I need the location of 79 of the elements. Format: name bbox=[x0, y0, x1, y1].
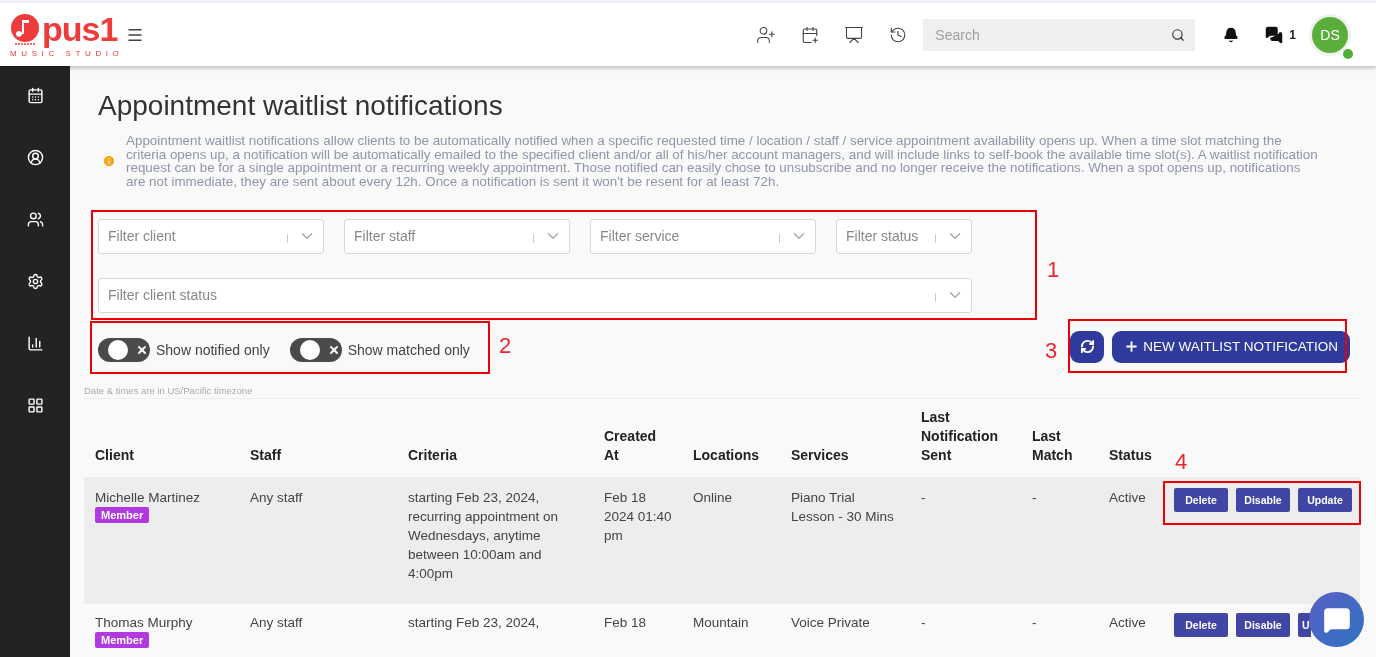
search-field[interactable]: Search bbox=[923, 18, 1196, 51]
logo-note-icon bbox=[10, 11, 42, 46]
column-header: Last Notification Sent bbox=[921, 407, 999, 465]
table-cell-text: Piano Trial Lesson - 30 Mins bbox=[791, 488, 895, 526]
column-header: Services bbox=[791, 445, 850, 465]
row-action-button[interactable]: Disable bbox=[1236, 612, 1290, 637]
plus-icon bbox=[1124, 339, 1140, 355]
filter-select[interactable]: Filter client status bbox=[98, 277, 972, 313]
toggle-label: Show notified only bbox=[156, 341, 270, 358]
table-cell-text: Michelle Martinez bbox=[95, 488, 202, 507]
calendar-plus-icon[interactable] bbox=[801, 24, 820, 45]
refresh-button[interactable] bbox=[1070, 330, 1105, 363]
column-header: Last Match bbox=[1032, 426, 1074, 465]
table-cell-text: - bbox=[921, 488, 927, 507]
column-header: Created At bbox=[604, 426, 658, 465]
bell-icon[interactable] bbox=[1223, 26, 1240, 43]
table-cell-text: Thomas Murphy bbox=[95, 613, 194, 632]
user-circle-icon[interactable] bbox=[26, 149, 44, 166]
toggle-knob bbox=[299, 339, 320, 360]
table-cell-text: starting Feb 23, 2024, bbox=[408, 613, 541, 632]
member-badge: Member bbox=[95, 506, 150, 523]
table-cell-text: Active bbox=[1109, 488, 1147, 507]
logo-text: pus1 bbox=[42, 11, 118, 46]
annotation-number: 1 bbox=[1047, 258, 1060, 282]
table-cell-text: - bbox=[921, 613, 927, 632]
filter-select[interactable]: Filter service bbox=[590, 218, 816, 254]
info-text: Appointment waitlist notifications allow clients to be automatically notified when a specific requested time / location / staff / service appointment availability opens up. When a time slot matching the criteria opens up, a notification will be automatically emailed to the specified client and/or all of his/her account managers, and will include links to self-book the available time slot(s). A waitlist notification request can be for a single appointment or a recurring weekly appointment. Those notified can easily chose to unsubscribe and no longer receive the notifications. When a spot opens up, notifications are not immediate, they are sent about every 12h. Once a notification is sent it won't be resent for at least 72h. bbox=[126, 134, 1319, 189]
x-icon bbox=[327, 343, 340, 356]
table-cell-text: Feb 18 bbox=[604, 613, 648, 632]
new-notification-button[interactable]: NEW WAITLIST NOTIFICATION bbox=[1112, 330, 1350, 363]
chat-bubble-icon bbox=[1322, 605, 1351, 634]
messages-icon[interactable] bbox=[1265, 25, 1284, 44]
table-cell-text: - bbox=[1032, 488, 1038, 507]
search-icon[interactable] bbox=[1171, 27, 1186, 42]
annotation-number: 2 bbox=[499, 334, 512, 358]
users-icon[interactable] bbox=[26, 211, 44, 228]
toggle-switch[interactable] bbox=[289, 337, 342, 362]
row-action-button[interactable]: Delete bbox=[1174, 487, 1228, 512]
calendar-icon[interactable] bbox=[26, 87, 44, 104]
table-cell-text: starting Feb 23, 2024, recurring appointment on Wednesdays, anytime between 10:00am and 4:00pm bbox=[408, 488, 560, 583]
table-cell-text: Any staff bbox=[250, 488, 304, 507]
column-header: Locations bbox=[693, 445, 761, 465]
filter-select[interactable]: Filter client bbox=[98, 218, 324, 254]
row-action-button[interactable]: U bbox=[1298, 612, 1311, 637]
add-user-icon[interactable] bbox=[756, 24, 777, 45]
table-cell-text: Feb 18 2024 01:40 pm bbox=[604, 488, 673, 545]
table-cell-text: Active bbox=[1109, 613, 1147, 632]
table-cell-text: - bbox=[1032, 613, 1038, 632]
chat-button[interactable] bbox=[1309, 592, 1364, 647]
toggle-label: Show matched only bbox=[347, 341, 470, 358]
grid-icon[interactable] bbox=[26, 397, 44, 414]
annotation-number: 4 bbox=[1175, 450, 1188, 474]
toggle-knob bbox=[108, 339, 128, 360]
refresh-icon bbox=[1079, 339, 1095, 355]
table-cell-text: Online bbox=[693, 488, 734, 507]
member-badge: Member bbox=[95, 631, 150, 648]
info-icon bbox=[102, 154, 116, 169]
annotation-number: 3 bbox=[1045, 339, 1058, 363]
settings-icon[interactable] bbox=[26, 273, 44, 290]
timezone-note: Date & times are in US/Pacific timezone bbox=[84, 384, 1360, 399]
row-action-button[interactable]: Update bbox=[1298, 487, 1352, 512]
filter-select[interactable]: Filter status bbox=[836, 218, 972, 254]
bar-chart-icon[interactable] bbox=[26, 335, 44, 352]
row-action-button[interactable]: Delete bbox=[1174, 612, 1228, 637]
logo-tagline: MUSIC STUDIO bbox=[10, 48, 122, 58]
row-action-button[interactable]: Disable bbox=[1236, 487, 1290, 512]
messages-count: 1 bbox=[1289, 27, 1296, 42]
column-header: Client bbox=[95, 445, 135, 465]
table-cell-text: Mountain bbox=[693, 613, 750, 632]
presentation-icon[interactable] bbox=[844, 24, 865, 45]
table-cell-text: Voice Private bbox=[791, 613, 871, 632]
column-header: Staff bbox=[250, 445, 283, 465]
filter-select[interactable]: Filter staff bbox=[344, 218, 570, 254]
column-header: Criteria bbox=[408, 445, 459, 465]
x-icon bbox=[136, 343, 148, 356]
page-title: Appointment waitlist notifications bbox=[98, 90, 504, 122]
column-header: Status bbox=[1109, 445, 1153, 465]
toggle-switch[interactable] bbox=[98, 337, 150, 362]
table-cell-text: Any staff bbox=[250, 613, 304, 632]
